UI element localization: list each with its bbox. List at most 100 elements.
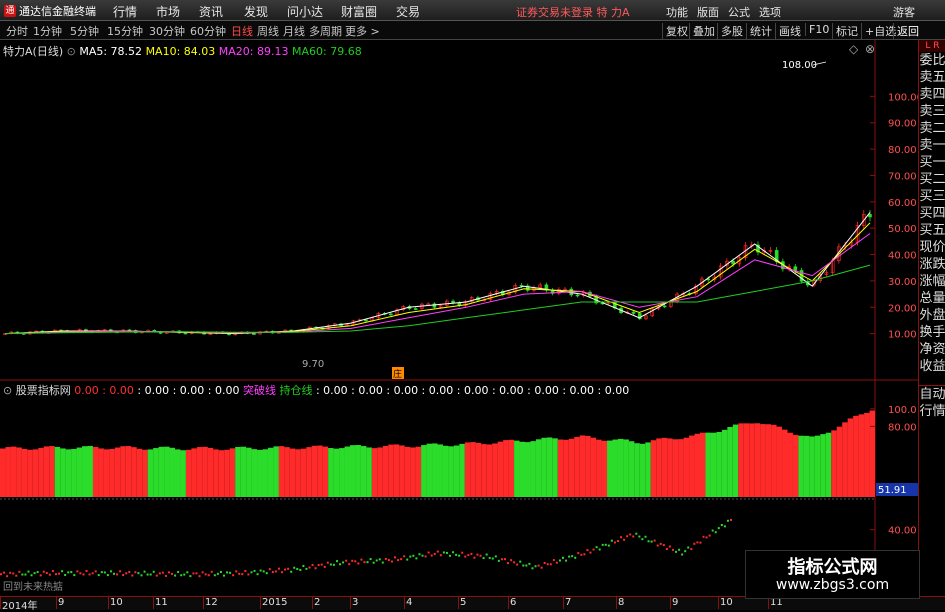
- lower-dot: [161, 571, 164, 574]
- side-item-9[interactable]: 买四: [919, 205, 945, 222]
- lower-dot: [482, 557, 485, 560]
- close-icon[interactable]: ⊗: [865, 42, 875, 56]
- tool-stats[interactable]: 统计: [746, 23, 772, 39]
- lower-dot: [678, 548, 681, 551]
- side-item-13[interactable]: 涨幅: [919, 273, 945, 290]
- lower-dot: [534, 565, 537, 568]
- side-item-16[interactable]: 换手: [919, 324, 945, 341]
- lower-dot: [711, 529, 714, 532]
- chart-area[interactable]: 100.00 90.00 80.00 70.00 60.00 50.00 40.00 30.0…: [0, 40, 918, 596]
- side-item-15[interactable]: 外盘: [919, 307, 945, 324]
- menu-trade[interactable]: 交易: [396, 3, 420, 20]
- side-item-17[interactable]: 净资: [919, 341, 945, 358]
- side-item-1[interactable]: 卖五: [919, 69, 945, 86]
- period-monthly[interactable]: 月线: [283, 23, 305, 39]
- lower-dot: [730, 518, 732, 521]
- menu-news[interactable]: 资讯: [199, 3, 223, 20]
- lower-dot: [198, 575, 201, 578]
- lower-dot: [45, 572, 48, 575]
- side-item-14[interactable]: 总量: [919, 290, 945, 307]
- lower-dot: [70, 571, 73, 574]
- indicator-bar: [530, 441, 536, 497]
- tool-add-watchlist[interactable]: +自选: [861, 23, 896, 39]
- panel-lr-toggle[interactable]: L R: [919, 40, 945, 52]
- tool-mark[interactable]: 标记: [832, 23, 858, 39]
- side-item-2[interactable]: 卖四: [919, 86, 945, 103]
- menu-function[interactable]: 功能: [666, 4, 688, 20]
- menu-formula[interactable]: 公式: [728, 4, 750, 20]
- side-item-6[interactable]: 买一: [919, 154, 945, 171]
- candle-body: [731, 260, 735, 265]
- lower-dot: [681, 553, 684, 556]
- tool-overlay[interactable]: 叠加: [689, 23, 715, 39]
- side-quote[interactable]: 行情: [919, 403, 945, 420]
- side-item-11[interactable]: 现价: [919, 239, 945, 256]
- period-daily[interactable]: 日线: [231, 23, 253, 39]
- menu-quotes[interactable]: 行情: [113, 3, 137, 20]
- high-label: 108.00: [782, 60, 817, 71]
- side-item-10[interactable]: 买五: [919, 222, 945, 239]
- tool-f10[interactable]: F10: [805, 23, 829, 36]
- menu-ask[interactable]: 问小达: [287, 3, 323, 20]
- period-weekly[interactable]: 周线: [257, 23, 279, 39]
- lower-dot: [583, 553, 586, 556]
- lower-dot: [73, 574, 76, 577]
- menu-layout[interactable]: 版面: [697, 4, 719, 20]
- period-more[interactable]: 更多 >: [345, 23, 380, 39]
- lower-dot: [210, 570, 213, 573]
- lower-dot: [519, 560, 522, 563]
- legend-circle-icon: ⊙: [66, 45, 76, 58]
- indicator-bar: [667, 438, 673, 497]
- side-item-8[interactable]: 买三: [919, 188, 945, 205]
- indicator-bar: [656, 438, 662, 497]
- lower-dot: [317, 563, 320, 566]
- candlesticks: [3, 210, 872, 336]
- lower-dot: [155, 574, 158, 577]
- indicator-gear-icon[interactable]: ⊙: [3, 384, 12, 397]
- indicator-bar: [508, 439, 515, 497]
- menu-discover[interactable]: 发现: [244, 3, 268, 20]
- lower-dot: [195, 572, 198, 575]
- period-15min[interactable]: 15分钟: [107, 23, 143, 39]
- period-30min[interactable]: 30分钟: [149, 23, 185, 39]
- side-item-5[interactable]: 卖一: [919, 137, 945, 154]
- ma-line-ma60: [4, 264, 871, 335]
- menu-wealth[interactable]: 财富圈: [341, 3, 377, 20]
- lower-dot: [528, 562, 531, 565]
- side-item-0[interactable]: 委比: [919, 52, 945, 69]
- period-multi[interactable]: 多周期: [309, 23, 342, 39]
- indicator-name[interactable]: 股票指标网: [16, 384, 71, 397]
- indicator-bar: [607, 440, 613, 497]
- user-guest[interactable]: 游客: [893, 4, 915, 20]
- lower-dot: [470, 552, 473, 555]
- side-item-3[interactable]: 卖三: [919, 103, 945, 120]
- tool-adjust[interactable]: 复权: [662, 23, 688, 39]
- indicator-bar: [514, 440, 520, 497]
- period-tick[interactable]: 分时: [6, 23, 28, 39]
- tool-back[interactable]: 返回: [893, 23, 919, 39]
- lower-dot: [97, 574, 100, 577]
- lower-dot: [100, 571, 103, 574]
- lower-dot: [122, 573, 125, 576]
- lower-dot: [662, 544, 665, 547]
- ma20-value: MA20: 89.13: [218, 45, 289, 58]
- indicator-bar: [749, 423, 755, 497]
- lower-dot: [265, 572, 268, 575]
- period-60min[interactable]: 60分钟: [190, 23, 226, 39]
- side-item-7[interactable]: 买二: [919, 171, 945, 188]
- side-item-12[interactable]: 涨跌: [919, 256, 945, 273]
- side-auto[interactable]: 自动: [919, 386, 945, 403]
- side-item-4[interactable]: 卖二: [919, 120, 945, 137]
- collapse-icon[interactable]: ◇: [849, 42, 858, 56]
- side-item-18[interactable]: 收益: [919, 358, 945, 375]
- login-status: 证券交易未登录 特 力A: [516, 6, 630, 19]
- menu-market[interactable]: 市场: [156, 3, 180, 20]
- tool-draw[interactable]: 画线: [775, 23, 801, 39]
- indicator-bar: [546, 437, 553, 497]
- menu-options[interactable]: 选项: [759, 4, 781, 20]
- indicator-bar: [87, 445, 93, 497]
- event-marker: 庄: [393, 368, 402, 380]
- period-5min[interactable]: 5分钟: [70, 23, 99, 39]
- tool-multi-stock[interactable]: 多股: [717, 23, 743, 39]
- period-1min[interactable]: 1分钟: [33, 23, 62, 39]
